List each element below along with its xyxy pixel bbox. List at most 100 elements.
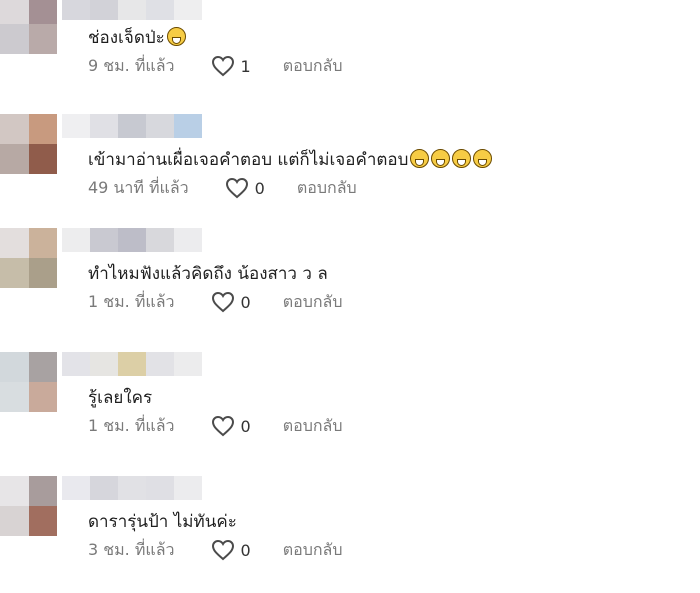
username-pixel [90,0,118,20]
avatar-pixel [28,382,57,412]
comment-text-content: ทำไหมฟังแล้วคิดถึง น้องสาว ว ล [88,264,328,284]
like-button[interactable]: 1 [211,55,251,77]
username-pixel [118,0,146,20]
avatar-pixel [0,258,29,288]
avatar-pixel [28,114,57,144]
reply-button[interactable]: ตอบกลับ [283,54,343,79]
like-button[interactable]: 0 [225,177,265,199]
comment-timestamp: 1 ชม. ที่แล้ว [88,415,175,435]
username-pixel [90,114,118,138]
username-blurred[interactable] [62,476,202,500]
heart-icon [211,539,234,561]
comment-meta: 3 ชม. ที่แล้ว 0 ตอบกลับ [88,538,343,562]
username-pixel [118,228,146,252]
avatar-pixel [28,24,57,54]
heart-icon [225,177,248,199]
comment-text-content: เข้ามาอ่านเผื่อเจอคำตอบ แต่ก็ไม่เจอคำตอบ [88,150,409,170]
avatar[interactable] [0,0,57,54]
avatar-pixel [0,144,29,174]
username-pixel [62,228,90,252]
avatar-pixel [0,506,29,536]
comment-text-content: ช่องเจ็ดป่ะ [88,28,165,48]
username-pixel [174,114,202,138]
reply-button[interactable]: ตอบกลับ [297,176,357,201]
username-blurred[interactable] [62,0,202,20]
username-pixel [62,476,90,500]
like-count: 0 [240,292,251,312]
avatar-pixel [0,382,29,412]
comment-timestamp: 3 ชม. ที่แล้ว [88,539,175,559]
avatar-pixel [28,352,57,382]
grinning-sweat-emoji-icon [431,149,451,168]
heart-icon [211,415,234,437]
avatar-pixel [0,352,29,382]
grinning-sweat-emoji-icon [452,149,472,168]
avatar-pixel [0,476,29,506]
username-blurred[interactable] [62,114,202,138]
avatar[interactable] [0,352,57,412]
like-button[interactable]: 0 [211,415,251,437]
username-pixel [146,228,174,252]
username-pixel [118,476,146,500]
avatar-pixel [0,228,29,258]
avatar-pixel [28,506,57,536]
comment-item: ช่องเจ็ดป่ะ 9 ชม. ที่แล้ว 1 ตอบกลับ [0,0,700,110]
like-count: 0 [254,178,265,198]
comment-item: ทำไหมฟังแล้วคิดถึง น้องสาว ว ล 1 ชม. ที่แ… [0,228,700,338]
comment-text: ช่องเจ็ดป่ะ [88,26,186,50]
comment-text-content: ดารารุ่นป้า ไม่ทันค่ะ [88,512,237,532]
username-blurred[interactable] [62,352,202,376]
comment-meta: 9 ชม. ที่แล้ว 1 ตอบกลับ [88,54,343,78]
avatar-pixel [0,114,29,144]
comment-meta: 1 ชม. ที่แล้ว 0 ตอบกลับ [88,290,343,314]
comment-timestamp: 9 ชม. ที่แล้ว [88,55,175,75]
comment-timestamp: 1 ชม. ที่แล้ว [88,291,175,311]
grinning-sweat-emoji-icon [410,149,430,168]
username-pixel [146,0,174,20]
username-pixel [62,114,90,138]
avatar-pixel [28,476,57,506]
like-count: 1 [240,56,251,76]
grinning-sweat-emoji-icon [473,149,493,168]
username-pixel [118,114,146,138]
comment-meta: 1 ชม. ที่แล้ว 0 ตอบกลับ [88,414,343,438]
like-count: 0 [240,416,251,436]
avatar[interactable] [0,114,57,174]
username-pixel [174,0,202,20]
comment-text-content: รู้เลยใคร [88,388,153,408]
avatar-pixel [28,144,57,174]
username-pixel [174,228,202,252]
comment-item: รู้เลยใคร 1 ชม. ที่แล้ว 0 ตอบกลับ [0,352,700,462]
comment-text: รู้เลยใคร [88,386,152,410]
grinning-sweat-emoji-icon [166,27,186,46]
username-pixel [118,352,146,376]
heart-icon [211,55,234,77]
like-button[interactable]: 0 [211,539,251,561]
comment-timestamp: 49 นาที ที่แล้ว [88,177,189,197]
avatar-pixel [28,228,57,258]
comment-text: เข้ามาอ่านเผื่อเจอคำตอบ แต่ก็ไม่เจอคำตอบ [88,148,493,172]
username-pixel [174,352,202,376]
avatar-pixel [28,258,57,288]
comment-meta: 49 นาที ที่แล้ว 0 ตอบกลับ [88,176,357,200]
username-pixel [146,476,174,500]
avatar-pixel [28,0,57,24]
avatar[interactable] [0,476,57,536]
comment-text: ดารารุ่นป้า ไม่ทันค่ะ [88,510,237,534]
username-pixel [146,352,174,376]
avatar[interactable] [0,228,57,288]
reply-button[interactable]: ตอบกลับ [283,290,343,315]
like-button[interactable]: 0 [211,291,251,313]
username-pixel [90,476,118,500]
username-pixel [146,114,174,138]
comment-item: เข้ามาอ่านเผื่อเจอคำตอบ แต่ก็ไม่เจอคำตอบ… [0,114,700,224]
comment-text: ทำไหมฟังแล้วคิดถึง น้องสาว ว ล [88,262,328,286]
comment-item: ดารารุ่นป้า ไม่ทันค่ะ 3 ชม. ที่แล้ว 0 ตอบกล… [0,476,700,586]
reply-button[interactable]: ตอบกลับ [283,538,343,563]
username-pixel [90,352,118,376]
username-pixel [62,352,90,376]
username-pixel [62,0,90,20]
username-pixel [174,476,202,500]
username-blurred[interactable] [62,228,202,252]
reply-button[interactable]: ตอบกลับ [283,414,343,439]
